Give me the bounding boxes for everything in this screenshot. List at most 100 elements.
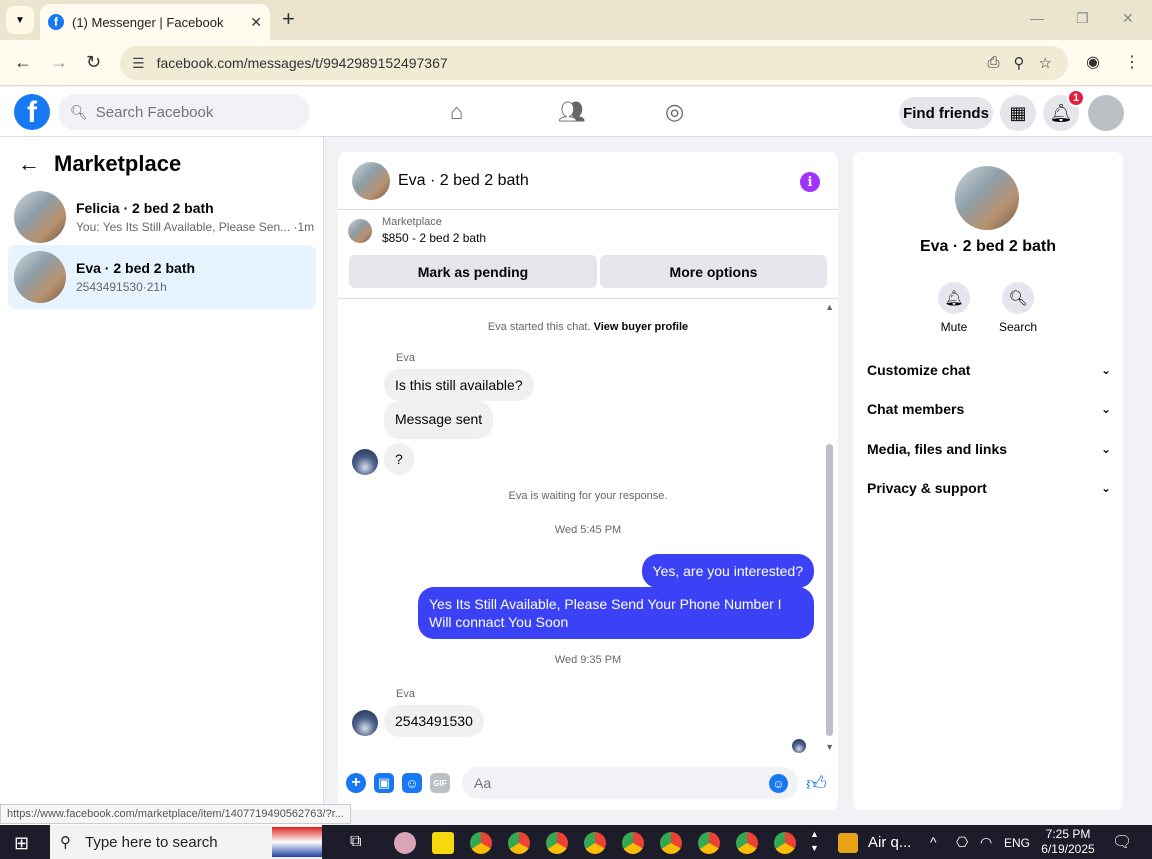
task-view-icon[interactable]: ⧉ xyxy=(350,833,361,851)
windows-start-icon[interactable]: ⊞ xyxy=(14,833,29,854)
chevron-down-icon: ⌄ xyxy=(1100,402,1111,416)
facebook-favicon-icon: f xyxy=(48,14,64,30)
thumbs-up-icon[interactable]: 👍︎ xyxy=(806,772,827,796)
chrome-icon[interactable] xyxy=(584,832,606,854)
info-icon[interactable]: i xyxy=(800,172,820,192)
photo-icon[interactable]: ▣ xyxy=(374,773,394,793)
back-icon[interactable]: ← xyxy=(14,52,32,73)
friends-icon[interactable]: 👥︎ xyxy=(558,99,586,125)
profile-icon[interactable]: ◉ xyxy=(1086,52,1100,72)
section-privacy-support[interactable]: Privacy & support ⌄ xyxy=(867,480,1111,496)
scroll-down-icon[interactable]: ▼ xyxy=(825,742,834,752)
chrome-icon[interactable] xyxy=(698,832,720,854)
url-text: facebook.com/messages/t/9942989152497367 xyxy=(156,55,448,71)
new-tab-icon[interactable]: + xyxy=(282,8,295,30)
url-field[interactable]: ☰ facebook.com/messages/t/99429891524973… xyxy=(120,46,1068,80)
chevron-down-icon: ⌄ xyxy=(1100,363,1111,377)
install-app-icon[interactable]: ⎙ xyxy=(988,54,1000,72)
chrome-icon[interactable] xyxy=(774,832,796,854)
search-icon: 🔍︎ xyxy=(70,103,88,120)
chat-title[interactable]: Eva · 2 bed 2 bath xyxy=(398,172,529,190)
account-avatar[interactable] xyxy=(1088,95,1124,131)
site-settings-icon[interactable]: ☰ xyxy=(132,55,145,72)
chat-profile-thumbnail xyxy=(955,166,1019,230)
browser-menu-icon[interactable]: ⋮ xyxy=(1124,52,1140,72)
message-input-field[interactable] xyxy=(474,775,754,791)
chrome-icon[interactable] xyxy=(470,832,492,854)
emoji-icon[interactable]: ☺ xyxy=(769,774,788,793)
minimize-icon[interactable]: — xyxy=(1030,10,1044,26)
listing-price-title: $850 - 2 bed 2 bath xyxy=(382,231,487,245)
chrome-icon[interactable] xyxy=(546,832,568,854)
forward-icon[interactable]: → xyxy=(50,52,68,73)
language-indicator[interactable]: ENG xyxy=(1004,836,1030,850)
zoom-icon[interactable]: ⚲ xyxy=(1014,54,1025,72)
mark-as-pending-button[interactable]: Mark as pending xyxy=(349,255,597,288)
message-input[interactable]: ☺ xyxy=(462,767,798,799)
mute-button[interactable]: 🔔︎ Mute xyxy=(924,282,984,334)
taskbar-search[interactable]: ⚲ Type here to search xyxy=(50,825,322,859)
meet-now-icon[interactable]: ⎔ xyxy=(956,834,968,851)
chrome-icon[interactable] xyxy=(622,832,644,854)
find-friends-button[interactable]: Find friends xyxy=(899,97,993,129)
waiting-notice: Eva is waiting for your response. xyxy=(508,490,668,502)
facebook-logo-icon[interactable]: f xyxy=(14,94,50,130)
browser-tab[interactable]: f (1) Messenger | Facebook ✕ xyxy=(40,4,270,40)
tray-expand-icon[interactable]: ^ xyxy=(930,834,937,850)
conversation-item-eva[interactable]: Eva · 2 bed 2 bath 2543491530·21h xyxy=(8,245,316,309)
tab-close-icon[interactable]: ✕ xyxy=(250,14,262,31)
sticker-icon[interactable]: ☺ xyxy=(402,773,422,793)
incoming-message[interactable]: Is this still available? xyxy=(384,369,534,401)
bookmark-star-icon[interactable]: ☆ xyxy=(1039,54,1052,72)
clock-time: 7:25 PM xyxy=(1045,827,1091,841)
tab-title: (1) Messenger | Facebook xyxy=(72,14,224,30)
chrome-icon[interactable] xyxy=(508,832,530,854)
system-clock[interactable]: 7:25 PM 6/19/2025 xyxy=(1040,827,1096,857)
home-icon[interactable]: ⌂ xyxy=(450,99,463,125)
facebook-search[interactable]: 🔍︎ xyxy=(58,94,310,130)
back-arrow-icon[interactable]: ← xyxy=(18,151,40,177)
taskbar-overflow-arrows-icon[interactable]: ▲ ▼ xyxy=(810,827,819,855)
sticky-notes-icon[interactable] xyxy=(432,832,454,854)
mute-label: Mute xyxy=(940,320,968,334)
incoming-message[interactable]: ? xyxy=(384,443,414,475)
scroll-up-icon[interactable]: ▲ xyxy=(825,302,834,312)
eva-avatar[interactable] xyxy=(352,710,378,736)
weather-text[interactable]: Air q... xyxy=(868,834,911,851)
eva-avatar[interactable] xyxy=(352,449,378,475)
menu-grid-icon[interactable]: ▦ xyxy=(1000,95,1036,131)
section-customize-chat[interactable]: Customize chat ⌄ xyxy=(867,362,1111,378)
scrollbar-thumb[interactable] xyxy=(826,444,833,736)
tab-search-button[interactable]: ▼ xyxy=(6,6,34,34)
notification-center-icon[interactable]: 🗨︎ xyxy=(1112,832,1132,852)
outgoing-message[interactable]: Yes Its Still Available, Please Send You… xyxy=(418,587,814,639)
window-close-icon[interactable]: ✕ xyxy=(1122,10,1134,27)
chat-thumbnail[interactable] xyxy=(352,161,390,200)
chevron-down-icon: ▼ xyxy=(15,14,25,26)
view-buyer-profile-link[interactable]: View buyer profile xyxy=(594,321,689,333)
section-label: Chat members xyxy=(867,401,965,417)
section-media-files-links[interactable]: Media, files and links ⌄ xyxy=(867,441,1111,457)
section-chat-members[interactable]: Chat members ⌄ xyxy=(867,401,1111,417)
wifi-icon[interactable]: ◠ xyxy=(980,834,992,851)
search-highlight-image xyxy=(272,827,322,857)
listing-summary[interactable]: Marketplace $850 - 2 bed 2 bath xyxy=(348,216,486,245)
search-icon: ⚲ xyxy=(60,834,71,851)
more-options-button[interactable]: More options xyxy=(600,255,827,288)
gif-icon[interactable]: GIF xyxy=(430,773,450,793)
chrome-icon[interactable] xyxy=(736,832,758,854)
groups-icon[interactable]: ◎ xyxy=(665,99,684,125)
restore-icon[interactable]: ❐ xyxy=(1076,10,1089,27)
outgoing-message[interactable]: Yes, are you interested? xyxy=(641,554,814,588)
facebook-search-input[interactable] xyxy=(95,103,296,121)
search-conversation-button[interactable]: 🔍︎ Search xyxy=(988,282,1048,334)
chrome-icon[interactable] xyxy=(660,832,682,854)
section-label: Privacy & support xyxy=(867,480,987,496)
plus-icon[interactable]: + xyxy=(346,773,366,793)
conversation-item-felicia[interactable]: Felicia · 2 bed 2 bath You: Yes Its Stil… xyxy=(8,185,316,249)
incoming-message[interactable]: 2543491530 xyxy=(384,705,484,737)
incoming-message[interactable]: Message sent xyxy=(384,401,494,439)
reload-icon[interactable]: ↻ xyxy=(86,52,101,73)
paint-app-icon[interactable] xyxy=(394,832,416,854)
search-icon: 🔍︎ xyxy=(1002,282,1034,314)
